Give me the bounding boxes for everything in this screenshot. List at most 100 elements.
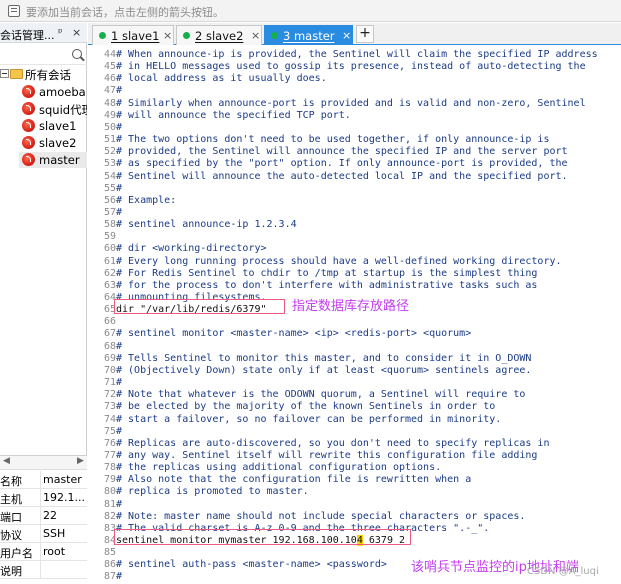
session-item-master[interactable]: master bbox=[19, 152, 87, 168]
terminal-line: 82 # Note: master name should not include… bbox=[88, 511, 621, 523]
terminal-line: 54 # Sentinel will announce the auto-dete… bbox=[88, 171, 621, 183]
property-value: 192.1... bbox=[43, 491, 85, 504]
line-number: 59 bbox=[103, 231, 116, 243]
line-number: 70 bbox=[103, 364, 116, 376]
line-number: 60 bbox=[103, 243, 116, 255]
search-icon[interactable] bbox=[72, 49, 82, 59]
tab-label: 3 master bbox=[283, 29, 335, 43]
line-number: 50 bbox=[103, 121, 116, 133]
line-number: 79 bbox=[103, 474, 116, 486]
line-content: # bbox=[116, 182, 123, 194]
line-text: # For Redis Sentinel to chdir to /tmp at… bbox=[116, 268, 537, 280]
line-number: 73 bbox=[103, 401, 116, 413]
line-text: # Sentinel will announce the auto-detect… bbox=[116, 171, 568, 183]
property-divider bbox=[40, 525, 41, 543]
line-content: # (Objectively Down) state only if at le… bbox=[116, 364, 532, 376]
pin-icon[interactable]: ᵖ bbox=[58, 26, 63, 39]
line-text: # sentinel auth-pass <master-name> <pass… bbox=[116, 559, 387, 571]
session-manager-header: 会话管理... ᵖ × bbox=[0, 23, 87, 43]
tab-close-icon[interactable]: × bbox=[342, 29, 351, 42]
line-text: # bbox=[116, 571, 122, 583]
property-key: 协议 bbox=[0, 529, 22, 542]
annotation-box-monitor bbox=[114, 529, 411, 545]
session-manager-title: 会话管理... bbox=[0, 29, 55, 42]
property-key: 用户名 bbox=[0, 547, 33, 560]
scroll-right-icon[interactable]: ▶ bbox=[77, 456, 84, 466]
line-number: 84 bbox=[103, 535, 116, 546]
line-number: 77 bbox=[103, 449, 116, 461]
line-number: 58 bbox=[103, 219, 116, 231]
properties-scrollbar[interactable]: ◀ ▶ bbox=[0, 456, 87, 470]
tree-root-label: 所有会话 bbox=[25, 68, 71, 82]
line-number: 71 bbox=[103, 377, 116, 389]
terminal-output[interactable]: 44 # When announce-ip is provided, the Se… bbox=[88, 46, 621, 584]
session-item-slave1[interactable]: slave1 bbox=[19, 118, 87, 134]
line-text: # Replicas are auto-discovered, so you d… bbox=[116, 438, 549, 450]
tab-close-icon[interactable]: × bbox=[251, 29, 260, 42]
terminal-line: 70 # (Objectively Down) state only if at … bbox=[88, 365, 621, 377]
property-row: 说明 bbox=[0, 561, 87, 579]
property-row: 用户名 root bbox=[0, 543, 87, 561]
line-text: # provided, the Sentinel will announce t… bbox=[116, 146, 568, 158]
tab-close-icon[interactable]: × bbox=[163, 29, 172, 42]
tab-label: 2 slave2 bbox=[195, 29, 244, 43]
line-number: 72 bbox=[103, 389, 116, 401]
add-tab-button[interactable]: + bbox=[356, 25, 374, 43]
line-content: # Similarly when announce-port is provid… bbox=[116, 97, 586, 109]
session-item-amoeba[interactable]: amoeba bbox=[19, 84, 87, 100]
line-text: # Note: master name should not include s… bbox=[116, 511, 525, 523]
property-divider bbox=[40, 489, 41, 507]
line-content: # Tells Sentinel to monitor this master,… bbox=[116, 352, 532, 364]
line-content: # sentinel announce-ip 1.2.3.4 bbox=[116, 219, 297, 231]
session-icon bbox=[22, 136, 35, 149]
line-text: # Example: bbox=[116, 195, 176, 207]
terminal-line: 58 # sentinel announce-ip 1.2.3.4 bbox=[88, 219, 621, 231]
line-text: # dir <working-directory> bbox=[116, 243, 267, 255]
line-number: 69 bbox=[103, 352, 116, 364]
line-text: # Tells Sentinel to monitor this master,… bbox=[116, 353, 531, 365]
line-content: # bbox=[116, 206, 123, 218]
session-list-icon[interactable] bbox=[8, 5, 20, 17]
annotation-box-dir bbox=[114, 299, 285, 314]
session-icon bbox=[22, 153, 35, 166]
session-item-slave2[interactable]: slave2 bbox=[19, 135, 87, 151]
line-content: # The two options don't need to be used … bbox=[116, 134, 550, 146]
session-item-label: master bbox=[39, 153, 80, 167]
terminal-line: 52 # provided, the Sentinel will announce… bbox=[88, 146, 621, 158]
folder-icon bbox=[10, 69, 23, 79]
line-text: # Also note that the configuration file … bbox=[116, 474, 471, 486]
session-item-squid[interactable]: squid代理 bbox=[19, 101, 87, 117]
collapse-icon[interactable] bbox=[0, 69, 9, 78]
tab-slave2[interactable]: 2 slave2 × bbox=[176, 25, 262, 45]
line-content: # replica is promoted to master. bbox=[116, 486, 309, 498]
terminal-line: 56 # Example: bbox=[88, 195, 621, 207]
line-text: # The two options don't need to be used … bbox=[116, 134, 549, 146]
session-search-input[interactable] bbox=[0, 45, 68, 64]
tree-root-all-sessions[interactable]: 所有会话 bbox=[0, 66, 87, 82]
property-key: 主机 bbox=[0, 493, 22, 506]
line-text: # replica is promoted to master. bbox=[116, 486, 309, 498]
watermark: CSDN @A_luqi bbox=[527, 566, 599, 577]
line-content: # bbox=[116, 571, 123, 583]
line-text: # sentinel announce-ip 1.2.3.4 bbox=[116, 219, 297, 231]
line-content: # in HELLO messages used to gossip its p… bbox=[116, 61, 586, 73]
line-number: 75 bbox=[103, 425, 116, 437]
terminal-line: 77 # any way. Sentinel itself will rewrit… bbox=[88, 450, 621, 462]
session-tabs: 1 slave1 × 2 slave2 × 3 master × + bbox=[88, 23, 621, 45]
line-content: # bbox=[116, 377, 123, 389]
line-number: 44 bbox=[103, 49, 116, 60]
line-content: # dir <working-directory> bbox=[116, 243, 267, 255]
close-icon[interactable]: × bbox=[72, 26, 81, 39]
tab-slave1[interactable]: 1 slave1 × bbox=[92, 25, 174, 45]
line-content: # be elected by the majority of the know… bbox=[116, 401, 496, 413]
scroll-left-icon[interactable]: ◀ bbox=[3, 456, 10, 466]
property-row: 协议 SSH bbox=[0, 525, 87, 543]
terminal-line: 81 # bbox=[88, 499, 621, 511]
tab-master[interactable]: 3 master × bbox=[264, 25, 353, 45]
terminal-line: 50 # bbox=[88, 122, 621, 134]
line-text: # When announce-ip is provided, the Sent… bbox=[116, 49, 598, 61]
session-manager-panel: 会话管理... ᵖ × 所有会话 amoeba squid代理 slave1 s… bbox=[0, 23, 87, 584]
terminal-line: 63 # for the process to don't interfere w… bbox=[88, 280, 621, 292]
terminal-line: 46 # local address as it usually does. bbox=[88, 73, 621, 85]
property-value: root bbox=[43, 545, 66, 558]
